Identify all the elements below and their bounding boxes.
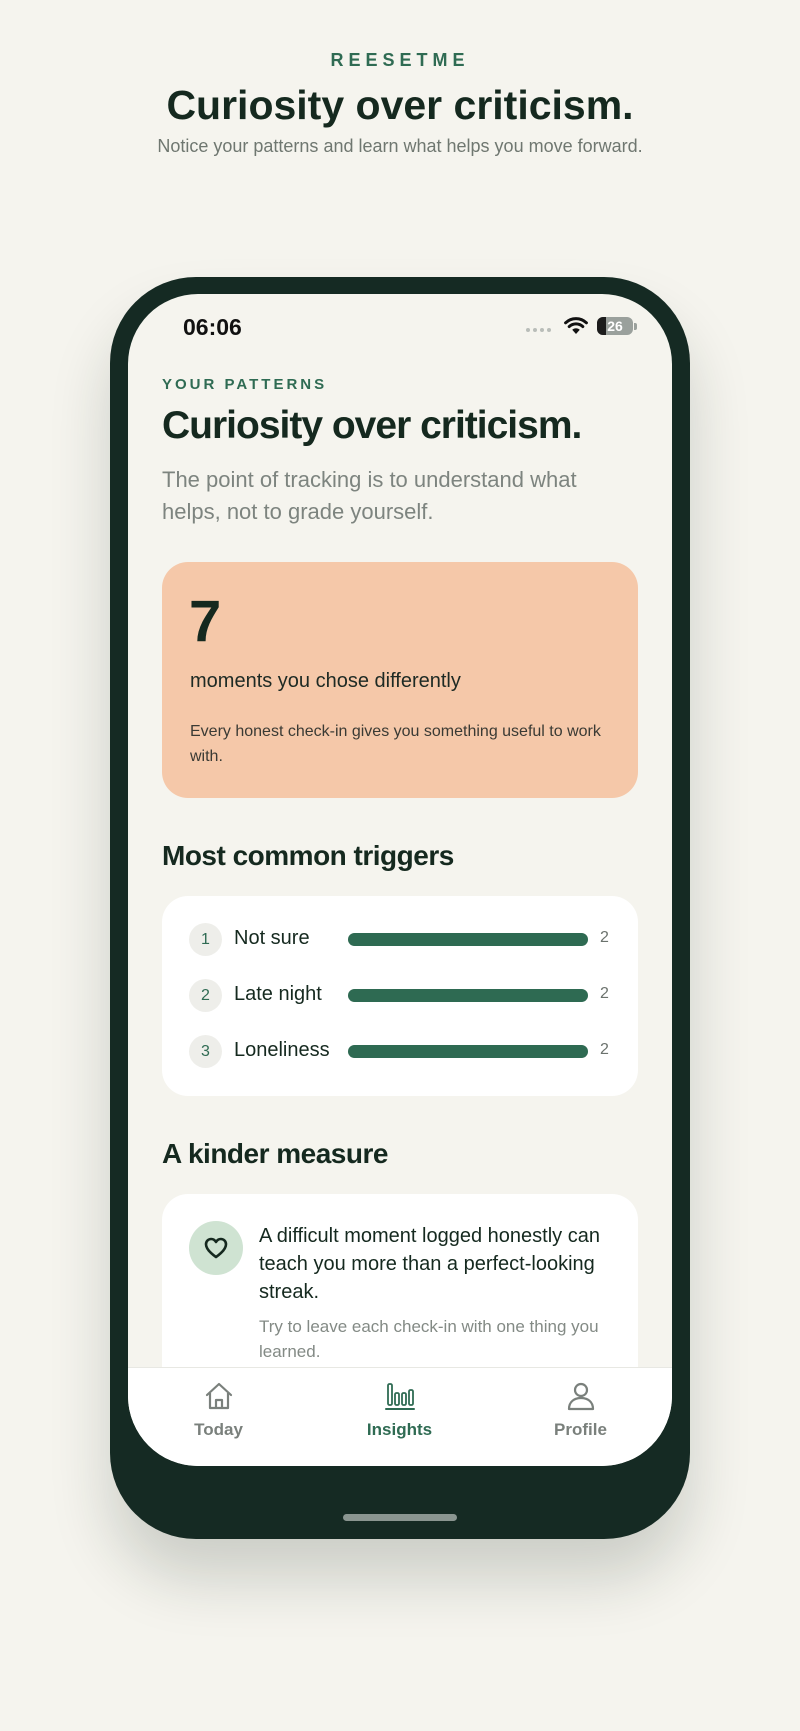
trigger-bar-fill <box>348 933 588 946</box>
page-title: Curiosity over criticism. <box>162 404 582 447</box>
battery-cap <box>634 323 637 330</box>
cellular-signal-icon <box>526 328 551 332</box>
trigger-bar-fill <box>348 1045 588 1058</box>
status-bar: 06:06 26 <box>128 294 672 354</box>
trigger-count: 2 <box>600 1041 609 1058</box>
tab-label: Insights <box>366 1420 433 1439</box>
wifi-icon <box>564 317 588 334</box>
kinder-measure-text: A difficult moment logged honestly can t… <box>259 1225 600 1303</box>
trigger-count: 2 <box>600 985 609 1002</box>
page-subtitle: The point of tracking is to understand w… <box>162 467 577 524</box>
bar-chart-icon <box>385 1383 415 1410</box>
tab-insights[interactable]: Insights <box>309 1368 490 1466</box>
trigger-row[interactable]: 2 Late night 2 <box>162 979 638 1015</box>
trigger-label: Loneliness <box>234 1039 330 1061</box>
triggers-card: 1 Not sure 2 2 Late night 2 3 Loneliness… <box>162 896 638 1096</box>
moments-note: Every honest check-in gives you somethin… <box>190 723 601 765</box>
kinder-measure-card: A difficult moment logged honestly can t… <box>162 1194 638 1394</box>
brand-name: REESETME <box>330 50 470 70</box>
moments-label: moments you chose differently <box>190 670 461 692</box>
triggers-title: Most common triggers <box>162 840 454 871</box>
trigger-rank: 3 <box>189 1035 222 1068</box>
trigger-bar-track <box>348 989 588 1002</box>
status-time: 06:06 <box>183 314 242 340</box>
section-eyebrow: YOUR PATTERNS <box>162 376 328 393</box>
trigger-bar-track <box>348 1045 588 1058</box>
home-indicator <box>343 1514 457 1521</box>
phone-frame: 06:06 26 YOUR PATTERNS Curiosity over cr… <box>110 277 690 1539</box>
battery-level: 26 <box>607 318 623 334</box>
trigger-row[interactable]: 1 Not sure 2 <box>162 923 638 959</box>
page: REESETME Curiosity over criticism. Notic… <box>0 0 800 1731</box>
trigger-row[interactable]: 3 Loneliness 2 <box>162 1035 638 1071</box>
kinder-measure-title: A kinder measure <box>162 1138 388 1169</box>
battery-icon: 26 <box>597 317 633 335</box>
home-icon <box>205 1382 233 1410</box>
trigger-bar-track <box>348 933 588 946</box>
tab-profile[interactable]: Profile <box>490 1368 671 1466</box>
trigger-rank: 1 <box>189 923 222 956</box>
hero-title: Curiosity over criticism. <box>166 82 634 128</box>
trigger-label: Late night <box>234 983 322 1005</box>
phone-screen: 06:06 26 YOUR PATTERNS Curiosity over cr… <box>128 294 672 1466</box>
trigger-bar-fill <box>348 989 588 1002</box>
moments-stat-card: 7 moments you chose differently Every ho… <box>162 562 638 798</box>
trigger-label: Not sure <box>234 927 310 949</box>
person-icon <box>567 1382 595 1411</box>
tab-today[interactable]: Today <box>128 1368 309 1466</box>
tab-label: Profile <box>554 1420 607 1439</box>
hero-subtitle: Notice your patterns and learn what help… <box>157 136 643 156</box>
trigger-rank: 2 <box>189 979 222 1012</box>
tab-label: Today <box>194 1420 243 1439</box>
moments-count: 7 <box>189 589 222 654</box>
heart-icon <box>204 1237 228 1259</box>
trigger-count: 2 <box>600 929 609 946</box>
bottom-tab-bar: Today Insights Profile <box>128 1367 672 1466</box>
heart-icon-badge <box>189 1221 243 1275</box>
kinder-measure-subtext: Try to leave each check-in with one thin… <box>259 1317 599 1361</box>
